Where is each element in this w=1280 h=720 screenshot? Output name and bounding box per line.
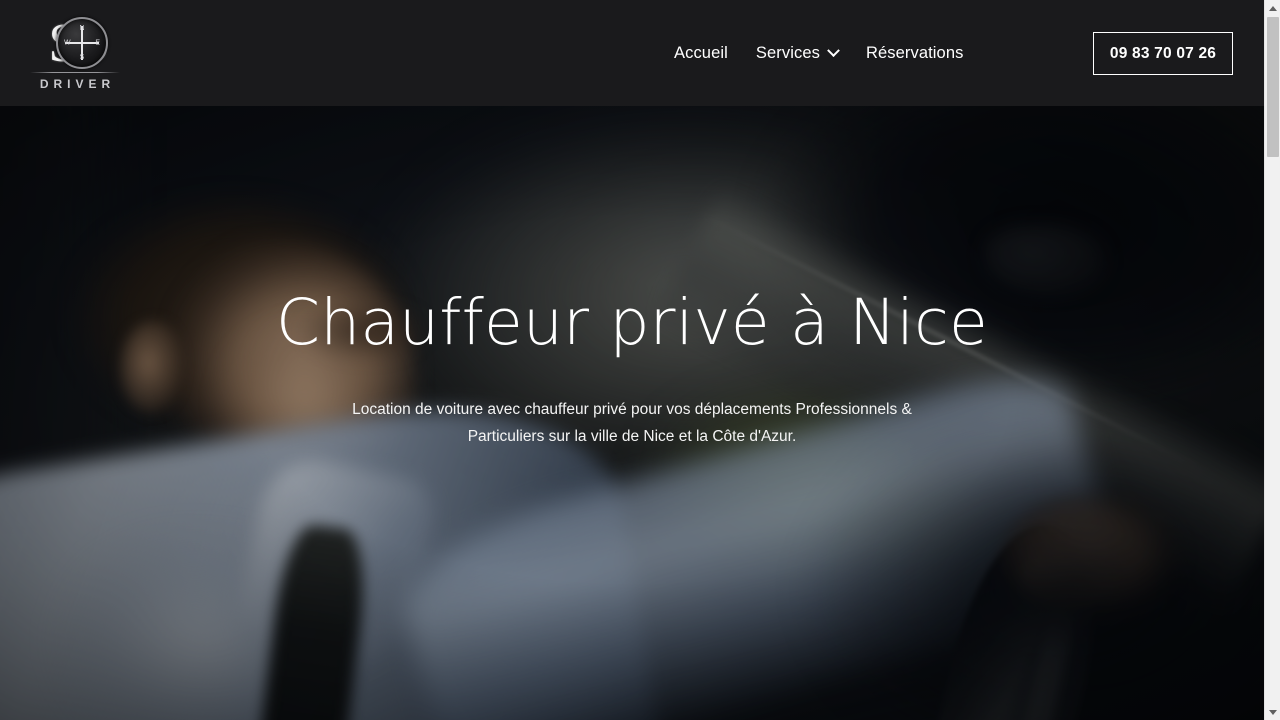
scrollbar-thumb[interactable] xyxy=(1267,17,1279,157)
nav-item-label: Réservations xyxy=(865,43,964,62)
nav-item-label: Services xyxy=(755,43,820,62)
compass-label-east: E xyxy=(95,39,100,47)
scrollbar-up-arrow[interactable] xyxy=(1265,0,1280,16)
logo-wordmark: DRIVER xyxy=(39,77,116,91)
site-logo[interactable]: SB N E S W DRIVER xyxy=(26,14,124,94)
nav-item-reservations[interactable]: Réservations xyxy=(852,0,978,106)
nav-item-label: Accueil xyxy=(674,43,728,62)
scrollbar-down-arrow[interactable] xyxy=(1265,704,1280,720)
nav-item-accueil[interactable]: Accueil xyxy=(660,0,742,106)
compass-label-south: S xyxy=(79,54,85,61)
hero-section: Chauffeur privé à Nice Location de voitu… xyxy=(0,106,1264,720)
page-scrollbar[interactable] xyxy=(1264,0,1280,720)
phone-call-button[interactable]: 09 83 70 07 26 xyxy=(1093,32,1233,75)
chevron-down-icon xyxy=(827,43,840,57)
logo-mark: SB N E S W xyxy=(26,14,124,72)
hero-background-image xyxy=(0,106,1264,720)
compass-label-north: N xyxy=(79,25,85,32)
browser-viewport: SB N E S W DRIVER Accueil Services xyxy=(0,0,1264,720)
compass-label-west: W xyxy=(64,39,71,47)
logo-divider xyxy=(30,72,120,73)
compass-icon: N E S W xyxy=(56,17,108,69)
site-header: SB N E S W DRIVER Accueil Services xyxy=(0,0,1264,106)
main-navigation: Accueil Services Réservations xyxy=(660,0,977,106)
hero-overlay-tint xyxy=(0,106,1264,720)
nav-item-services[interactable]: Services xyxy=(742,0,852,106)
